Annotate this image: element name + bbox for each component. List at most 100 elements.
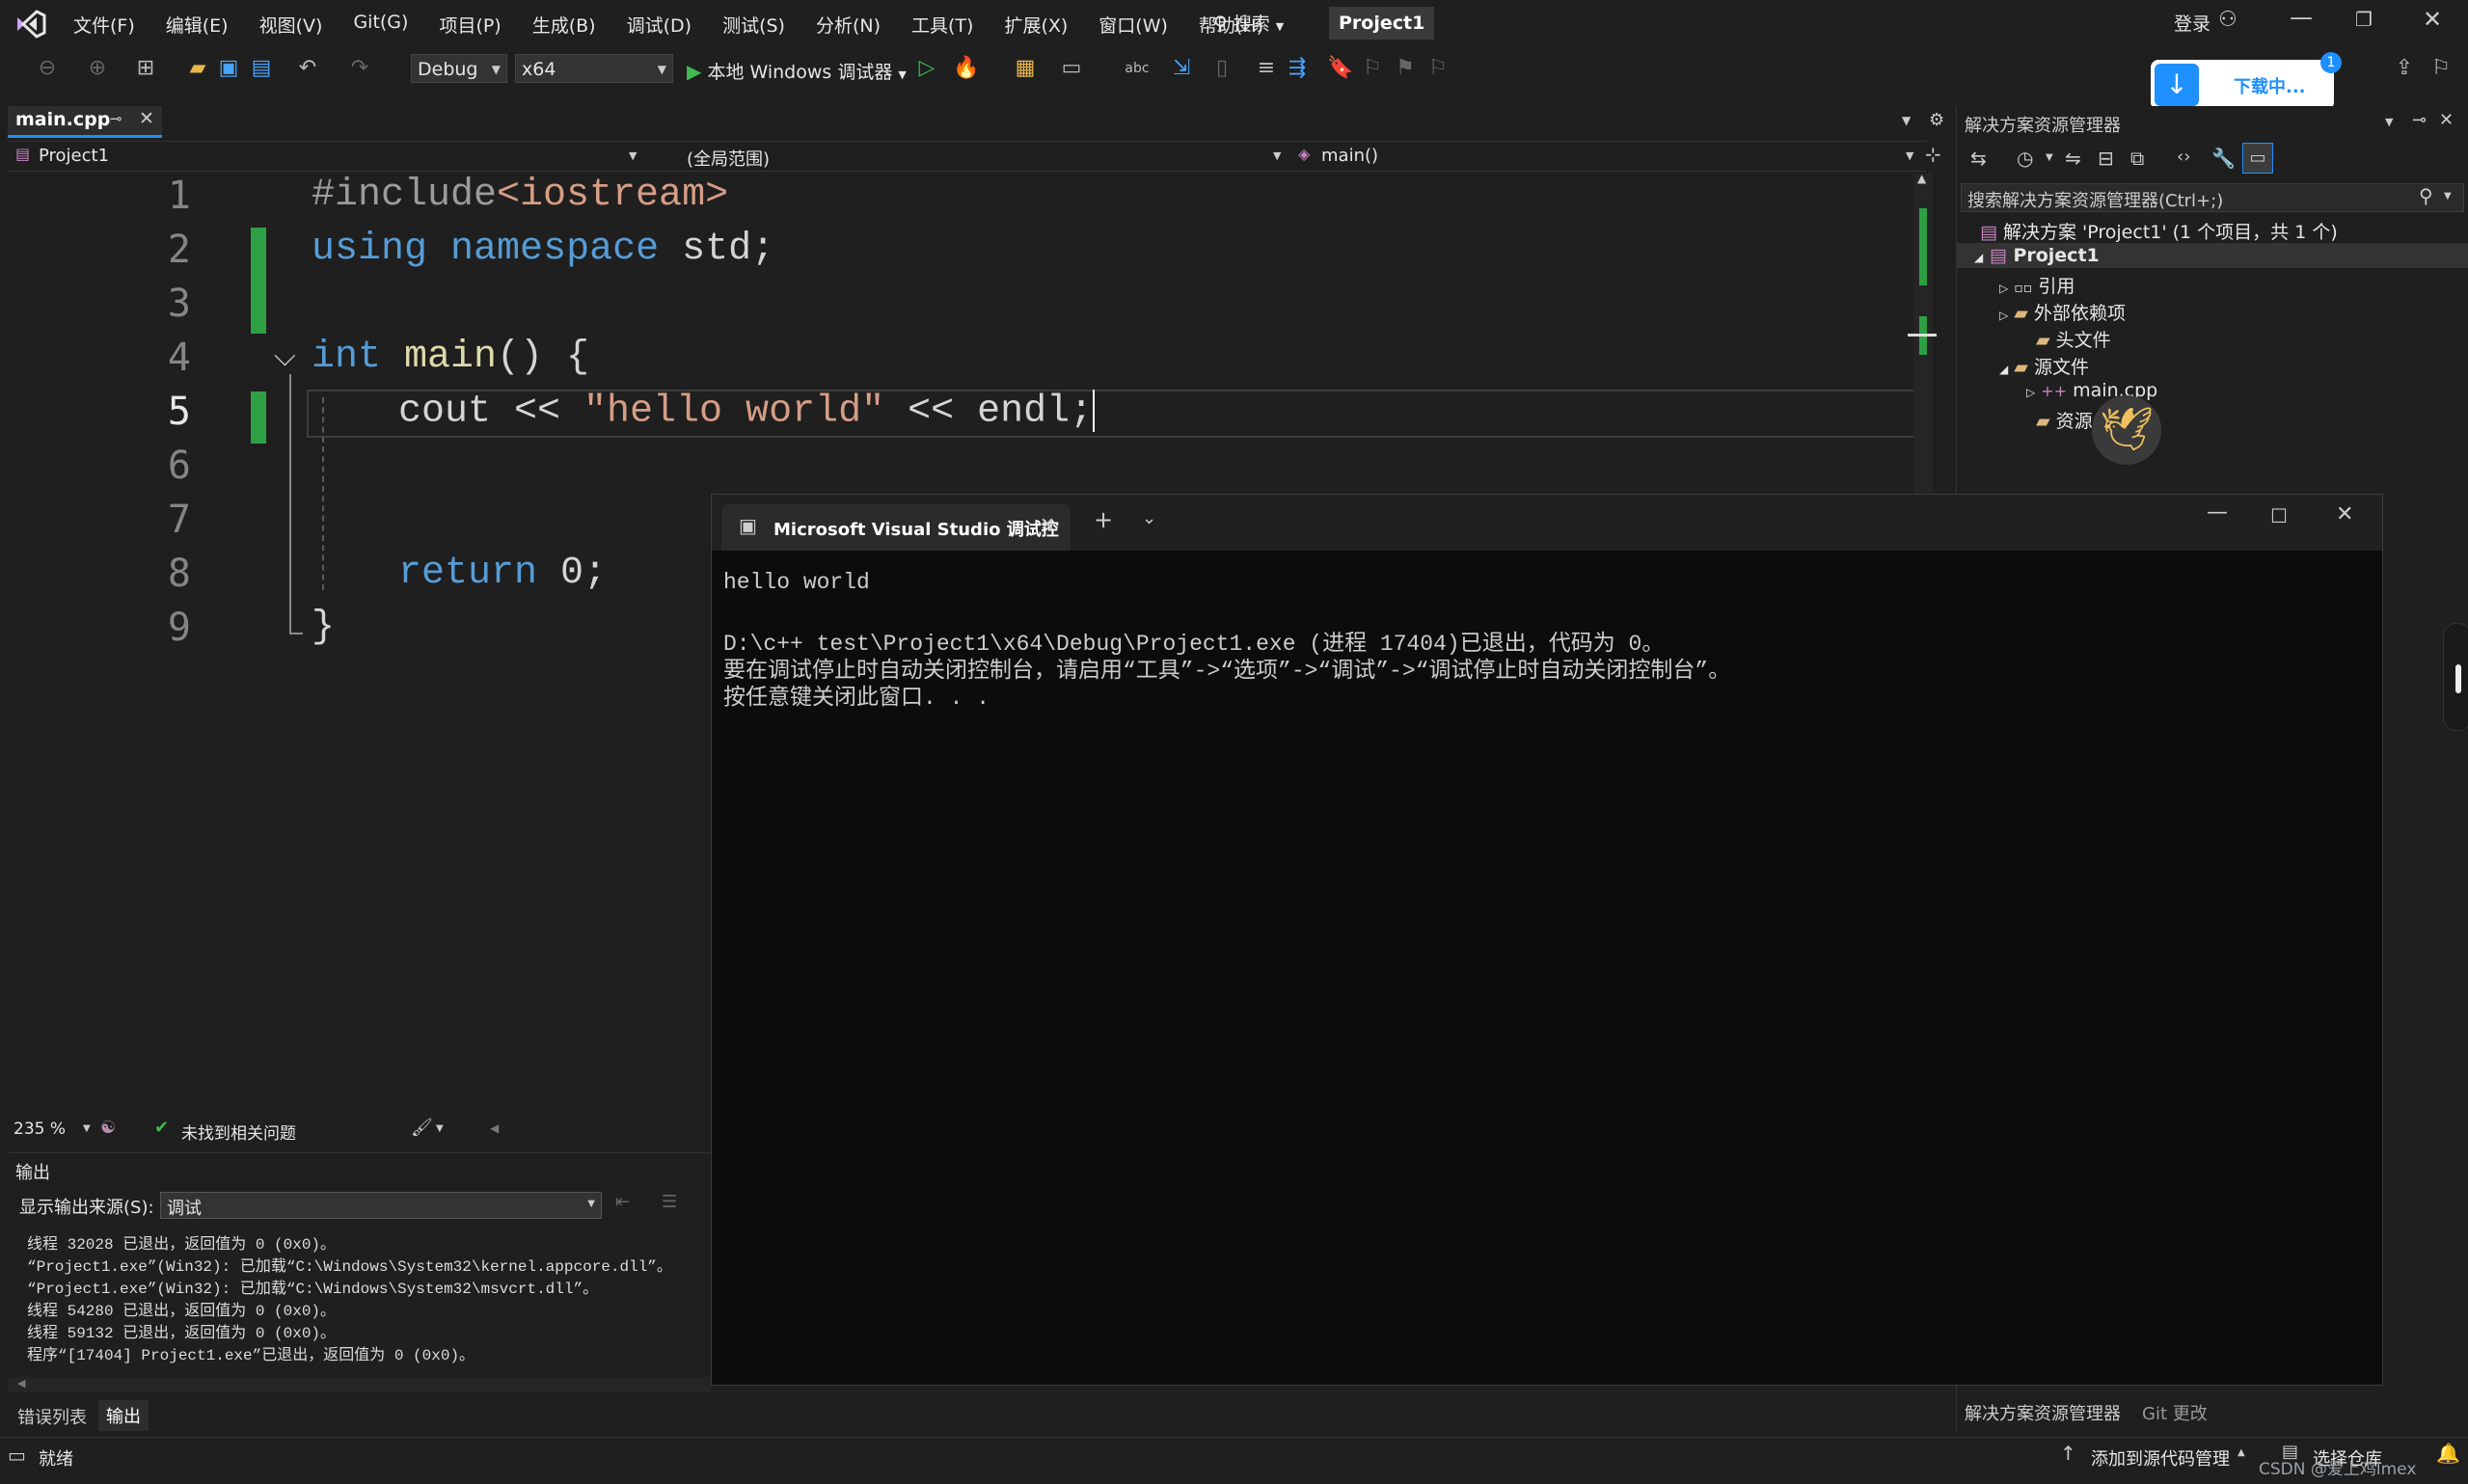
bookmark-prev-icon[interactable]: ⚐	[1360, 56, 1385, 81]
floating-bird-icon[interactable]: 🕊	[2092, 395, 2161, 465]
tree-item-solution[interactable]: ▤ 解决方案 'Project1' (1 个项目，共 1 个)	[1980, 218, 2338, 244]
start-without-debugging-icon[interactable]: ▷	[914, 56, 939, 81]
collapsed-triangle-icon[interactable]: ▷	[1999, 282, 2008, 295]
close-button[interactable]: ✕	[2423, 6, 2442, 33]
vs-logo-icon[interactable]	[15, 10, 46, 39]
search-box[interactable]: ⚲ 搜索 ▼	[1213, 10, 1284, 37]
settings-gear-icon[interactable]: ⚙	[1929, 110, 1944, 130]
feedback-icon[interactable]: ⚐	[2428, 56, 2454, 81]
side-scroll-handle[interactable]	[2443, 623, 2468, 731]
close-tab-icon[interactable]: ✕	[1040, 514, 1055, 535]
restore-button[interactable]: ❐	[2355, 8, 2373, 31]
platform-dropdown[interactable]: x64 ▼	[515, 54, 673, 83]
tab-output[interactable]: 输出	[98, 1400, 149, 1431]
tree-item-header-files[interactable]: ▰ 头文件	[2036, 326, 2111, 352]
bookmark-clear-icon[interactable]: ⚐	[1425, 56, 1451, 81]
collapse-all-icon[interactable]: ⊟	[2098, 147, 2114, 170]
scroll-left-arrow-icon[interactable]: ◀	[490, 1121, 499, 1135]
bookmark-icon[interactable]: 🔖	[1327, 56, 1353, 81]
tree-item-project[interactable]: ◢ ▤ Project1	[1974, 245, 2100, 266]
pin-icon[interactable]: ⊸	[2412, 110, 2427, 130]
tab-solution-explorer[interactable]: 解决方案资源管理器	[1965, 1400, 2121, 1425]
tree-item-source-files[interactable]: ◢ ▰ 源文件	[1999, 353, 2089, 379]
menu-file[interactable]: 文件(F)	[58, 12, 150, 38]
comment-icon[interactable]: ⇶	[1285, 56, 1310, 81]
menu-view[interactable]: 视图(V)	[244, 12, 339, 38]
spellcheck-icon[interactable]: abc	[1125, 56, 1150, 81]
preview-icon[interactable]: ▭	[2242, 143, 2273, 174]
open-folder-icon[interactable]: ▰	[185, 56, 210, 81]
console-output[interactable]: hello world D:\c++ test\Project1\x64\Deb…	[712, 556, 2382, 1384]
show-all-files-icon[interactable]: ⧉	[2130, 147, 2144, 170]
window-options-chevron-icon[interactable]: ▼	[2385, 116, 2393, 128]
source-control-button[interactable]: 添加到源代码管理	[2091, 1445, 2230, 1471]
collapse-chevron-icon[interactable]: ⌵	[274, 339, 296, 373]
scroll-up-arrow-icon[interactable]: ▲	[1917, 172, 1926, 185]
collapsed-triangle-icon[interactable]: ▷	[2026, 386, 2035, 399]
output-horizontal-scrollbar[interactable]: ◀	[8, 1377, 712, 1392]
menu-analyze[interactable]: 分析(N)	[800, 12, 896, 38]
collapsed-triangle-icon[interactable]: ▷	[1999, 309, 2008, 322]
tree-item-references[interactable]: ▷ ▫▫ 引用	[1999, 272, 2075, 298]
expanded-triangle-icon[interactable]: ◢	[1999, 363, 2008, 376]
tree-item-external-dependencies[interactable]: ▷ ▰ 外部依赖项	[1999, 299, 2126, 325]
tab-git-changes[interactable]: Git 更改	[2142, 1400, 2208, 1425]
indent-icon[interactable]: ≡	[1254, 56, 1279, 81]
member-dropdown[interactable]: ◈ main() ▼	[1290, 142, 1927, 171]
layout-icon[interactable]: ▭	[1059, 56, 1084, 81]
notification-bell-icon[interactable]: 🔔	[2436, 1442, 2460, 1465]
menu-build[interactable]: 生成(B)	[517, 12, 611, 38]
bookmark-next-icon[interactable]: ⚑	[1393, 56, 1418, 81]
switch-views-icon[interactable]: ⇋	[2065, 147, 2081, 170]
hot-reload-icon[interactable]: 🔥	[953, 56, 979, 81]
minimize-button[interactable]: —	[2290, 4, 2313, 31]
sync-icon[interactable]: ⇆	[1970, 147, 1987, 170]
menu-debug[interactable]: 调试(D)	[611, 12, 707, 38]
issues-status[interactable]: 未找到相关问题	[181, 1120, 296, 1144]
project-dropdown[interactable]: ▤ Project1 ▼	[8, 142, 644, 171]
minimize-button[interactable]: —	[2207, 500, 2228, 525]
copilot-icon[interactable]: ☯	[100, 1118, 116, 1138]
close-icon[interactable]: ✕	[2439, 110, 2454, 130]
output-source-dropdown[interactable]: 调试 ▼	[160, 1192, 602, 1219]
undo-icon[interactable]: ↶	[295, 56, 320, 81]
history-icon[interactable]: ◷	[2017, 147, 2033, 170]
share-icon[interactable]: ⇪	[2392, 56, 2417, 81]
document-tab-main-cpp[interactable]: main.cpp ⊸ ✕	[8, 106, 162, 138]
chevron-down-icon[interactable]: ⌄	[1142, 508, 1156, 528]
tab-overflow-chevron-icon[interactable]: ▼	[1902, 114, 1911, 127]
chevron-down-icon[interactable]: ▼	[83, 1123, 91, 1134]
scroll-left-arrow-icon[interactable]: ◀	[17, 1377, 25, 1390]
tree-item-resource-files[interactable]: ▰ 资源	[2036, 407, 2093, 433]
split-editor-icon[interactable]: ⊹	[1925, 143, 1941, 166]
diff-icon[interactable]: ▯	[1209, 56, 1234, 81]
save-all-icon[interactable]: ▤	[249, 56, 274, 81]
expanded-triangle-icon[interactable]: ◢	[1974, 251, 1983, 264]
output-toolbar-icon[interactable]: ⇤	[615, 1192, 630, 1212]
chevron-down-icon[interactable]: ▼	[2046, 152, 2053, 163]
menu-extensions[interactable]: 扩展(X)	[989, 12, 1083, 38]
download-button[interactable]: ↓ 下载中... 1	[2151, 52, 2342, 110]
debug-console-window[interactable]: ▣ Microsoft Visual Studio 调试控 ✕ + ⌄ — ☐ …	[711, 494, 2383, 1386]
chevron-down-icon[interactable]: ▼	[436, 1123, 444, 1134]
tab-error-list[interactable]: 错误列表	[17, 1404, 87, 1429]
menu-window[interactable]: 窗口(W)	[1083, 12, 1183, 38]
maximize-button[interactable]: ☐	[2270, 504, 2288, 527]
zoom-level[interactable]: 235 %	[14, 1120, 66, 1139]
clear-all-icon[interactable]: ☰	[662, 1192, 677, 1212]
console-tab[interactable]: ▣ Microsoft Visual Studio 调试控 ✕	[721, 504, 1071, 551]
brush-icon[interactable]: 🖌	[411, 1118, 433, 1138]
menu-edit[interactable]: 编辑(E)	[150, 12, 244, 38]
pin-icon[interactable]: ⊸	[110, 110, 122, 127]
solution-search-box[interactable]: 搜索解决方案资源管理器(Ctrl+;) ⚲ ▼	[1961, 183, 2464, 212]
output-log[interactable]: 线程 32028 已退出，返回值为 0 (0x0)。 “Project1.exe…	[8, 1230, 710, 1375]
login-link[interactable]: 登录	[2174, 10, 2210, 36]
redo-icon[interactable]: ↷	[347, 56, 372, 81]
configuration-dropdown[interactable]: Debug ▼	[411, 54, 507, 83]
code-view-icon[interactable]: ‹›	[2177, 147, 2190, 167]
new-tab-plus-icon[interactable]: +	[1094, 506, 1113, 533]
menu-project[interactable]: 项目(P)	[423, 12, 516, 38]
solution-view-icon[interactable]: ▦	[1013, 56, 1038, 81]
close-tab-icon[interactable]: ✕	[139, 108, 154, 129]
account-icon[interactable]: ⚇	[2218, 8, 2237, 32]
